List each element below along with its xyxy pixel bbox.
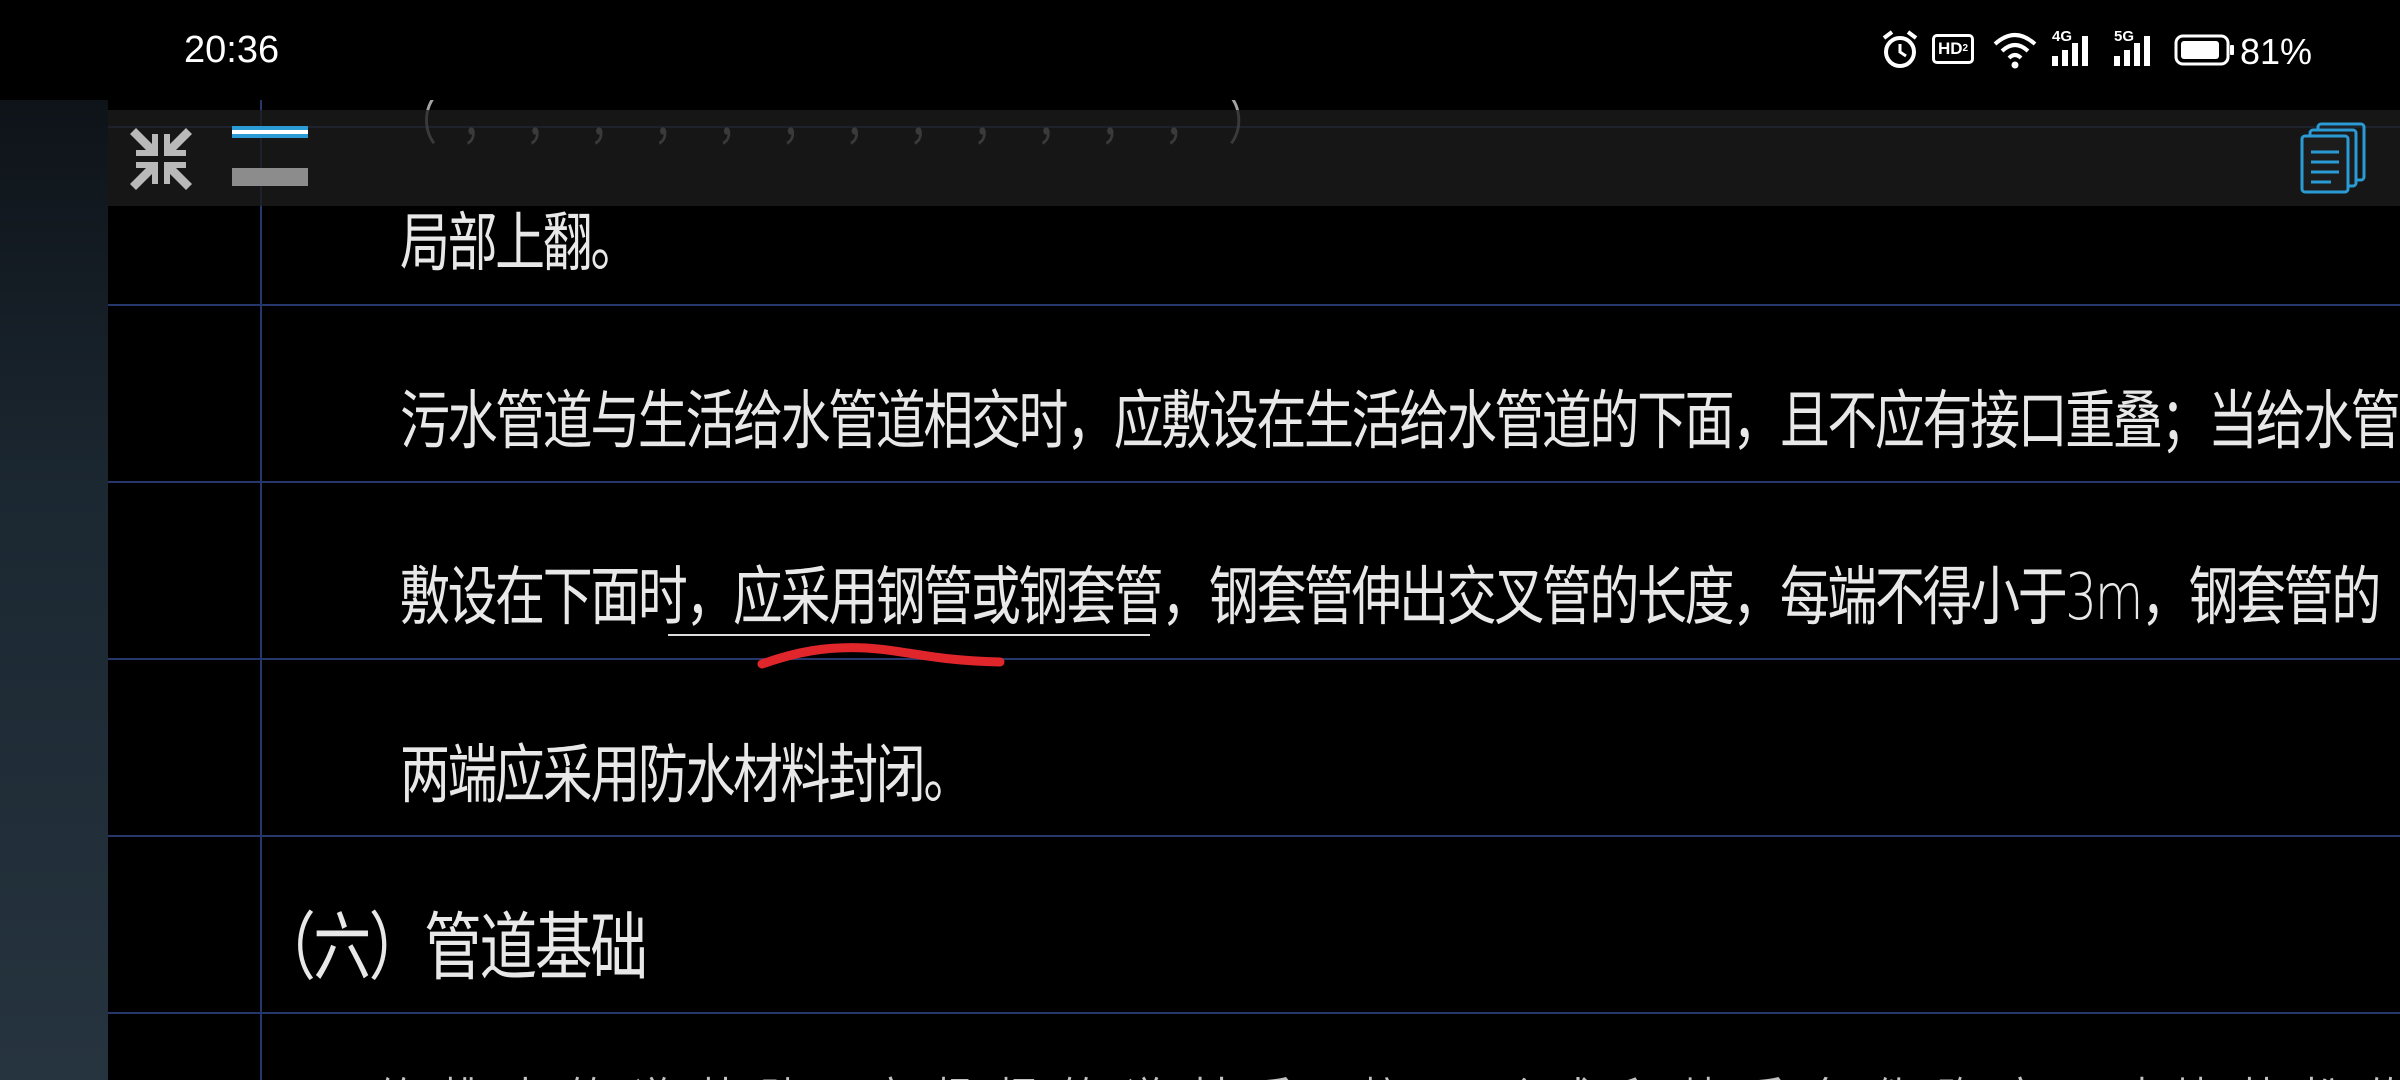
battery-percentage: 81% — [2240, 31, 2313, 72]
screen: （ ， ， ， ， ， ， ， ， ， ， ， ， ） 局部上翻。 污水管道与生… — [0, 0, 2400, 1080]
status-clock: 20:36 — [184, 29, 280, 71]
grid-line — [108, 481, 2400, 483]
left-edge-panel — [0, 0, 108, 1080]
drawing-canvas[interactable]: （ ， ， ， ， ， ， ， ， ， ， ， ， ） 局部上翻。 污水管道与生… — [108, 93, 2400, 1080]
grid-line — [108, 835, 2400, 837]
grid-line — [108, 304, 2400, 306]
alarm-icon — [1882, 30, 1918, 68]
signal-4g-icon — [2052, 36, 2088, 66]
drawing-text-line-2: 污水管道与生活给水管道相交时，应敷设在生活给水管道的下面，且不应有接口重叠；当给… — [400, 385, 2400, 459]
hd-label: HD — [1937, 39, 1963, 58]
hd-voice-icon: HD2 — [1932, 34, 1974, 64]
grid-line — [108, 658, 2400, 660]
drawing-text-line-3: 敷设在下面时，应采用钢管或钢套管，钢套管伸出交叉管的长度，每端不得小于3m，钢套… — [400, 561, 2381, 635]
layer-toggle-icon[interactable] — [232, 124, 308, 194]
signal-5g-icon — [2114, 36, 2150, 66]
drawing-heading: （六）管道基础 — [258, 905, 648, 991]
drawing-toolbar — [108, 110, 2400, 206]
pages-stack-icon[interactable] — [2298, 120, 2370, 196]
status-bar: 20:36 HD2 4G 5G 81% — [0, 0, 2400, 100]
drawing-text-cut-bottom: 给 排 水 管 道 基 础 ，应 根 据 管 道 材 质 ，接 口 形 式 和 … — [378, 1062, 2400, 1080]
battery-icon — [2174, 34, 2234, 66]
wifi-icon — [1993, 33, 2037, 69]
drawing-text-line-4: 两端应采用防水材料封闭。 — [400, 739, 973, 813]
layer-bar-inactive — [232, 168, 308, 186]
drawing-text-line-1: 局部上翻。 — [400, 207, 640, 281]
layer-bar-active — [232, 126, 308, 138]
hd-sub: 2 — [1962, 43, 1969, 54]
red-markup-stroke — [757, 643, 1005, 669]
grid-line — [108, 1012, 2400, 1014]
collapse-arrows-icon[interactable] — [126, 124, 196, 194]
text-underline — [668, 634, 1150, 636]
